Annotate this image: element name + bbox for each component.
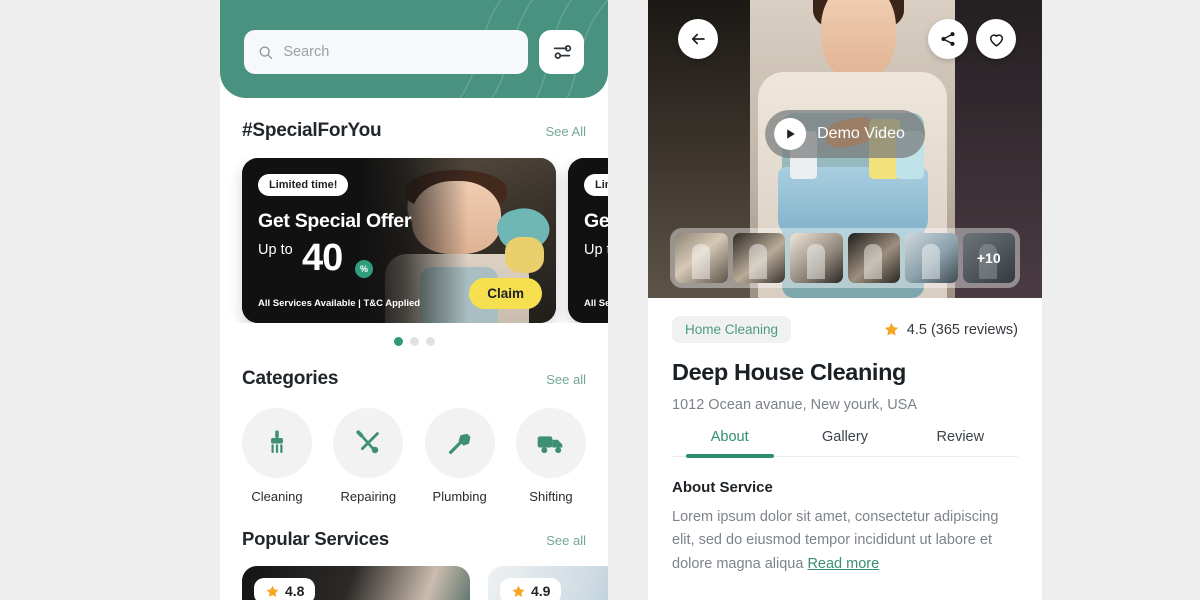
- carousel-dot[interactable]: [393, 337, 403, 346]
- back-button[interactable]: [678, 19, 718, 59]
- offer-discount-number: 40: [302, 237, 343, 279]
- rating-text: 4.5 (365 reviews): [906, 321, 1018, 338]
- tab-gallery[interactable]: Gallery: [787, 429, 902, 456]
- arrow-left-icon: [691, 33, 705, 45]
- broom-icon: [271, 430, 283, 453]
- share-button[interactable]: [928, 19, 968, 59]
- offer-upto-label: Up to: [258, 242, 293, 258]
- favorite-button[interactable]: [976, 19, 1016, 59]
- categories-section-header: Categories See all: [220, 368, 608, 390]
- search-icon: [259, 45, 273, 59]
- share-icon: [941, 32, 955, 46]
- left-phone-screen: #SpecialForYou See All Limited time! Get…: [220, 0, 608, 600]
- gallery-thumbnail[interactable]: [847, 233, 900, 283]
- demo-video-button[interactable]: Demo Video: [765, 110, 925, 158]
- detail-tabs: About Gallery Review: [672, 429, 1018, 458]
- category-icon-circle: [333, 408, 404, 478]
- special-see-all-link[interactable]: See All: [546, 124, 586, 139]
- special-section-title: #SpecialForYou: [242, 120, 382, 141]
- offer-card[interactable]: Limited time! Get Special Offer Up to 40…: [242, 158, 556, 323]
- categories-see-all-link[interactable]: See all: [546, 372, 586, 387]
- rating-badge: 4.9: [500, 578, 562, 600]
- category-item-shifting[interactable]: Shifting: [515, 408, 586, 504]
- heart-icon: [989, 33, 1003, 47]
- truck-icon: [537, 436, 563, 454]
- tab-review[interactable]: Review: [903, 429, 1018, 456]
- category-label: Repairing: [340, 489, 397, 504]
- popular-service-card[interactable]: 4.9: [488, 566, 608, 600]
- screenshot-stage: #SpecialForYou See All Limited time! Get…: [0, 0, 1200, 600]
- category-label: Cleaning: [251, 489, 303, 504]
- service-address: 1012 Ocean avanue, New yourk, USA: [672, 397, 918, 413]
- category-icon-circle: [424, 408, 495, 478]
- special-section-header: #SpecialForYou See All: [220, 120, 608, 142]
- service-title: Deep House Cleaning: [672, 359, 906, 385]
- play-icon: [787, 129, 795, 139]
- about-service-text: Lorem ipsum dolor sit amet, consectetur …: [672, 506, 1018, 576]
- star-icon: [884, 322, 899, 336]
- categories-row: Cleaning Repairing Plumbing Shifting: [220, 408, 608, 504]
- category-label: Shifting: [529, 489, 573, 504]
- gallery-thumbnail[interactable]: [905, 233, 958, 283]
- search-input[interactable]: [283, 44, 514, 60]
- demo-video-label: Demo Video: [817, 125, 905, 142]
- popular-service-card[interactable]: 4.8: [242, 566, 470, 600]
- carousel-dot[interactable]: [409, 337, 419, 346]
- category-item-cleaning[interactable]: Cleaning: [242, 408, 312, 504]
- filter-button[interactable]: [539, 30, 584, 74]
- rating-badge: 4.8: [254, 578, 316, 600]
- limited-time-badge: Limited time!: [258, 174, 349, 196]
- gallery-thumbnail[interactable]: [732, 233, 785, 283]
- popular-section-title: Popular Services: [242, 528, 389, 549]
- category-item-repairing[interactable]: Repairing: [333, 408, 404, 504]
- popular-services-row: 4.8 4.9: [220, 566, 608, 600]
- popular-section-header: Popular Services See all: [220, 528, 608, 550]
- category-label: Plumbing: [432, 489, 487, 504]
- gallery-thumbnail-more[interactable]: +10: [962, 233, 1015, 283]
- search-row: [244, 30, 584, 74]
- offer-terms-text: All Services Available | T&C Applied: [584, 298, 608, 309]
- gallery-thumbnail[interactable]: [790, 233, 843, 283]
- search-input-wrapper[interactable]: [244, 30, 528, 74]
- offer-card[interactable]: Limited time! Get Special Offer Up to 40…: [568, 158, 608, 323]
- rating-value: 4.9: [531, 583, 551, 599]
- thumbnail-strip: +10: [670, 228, 1020, 288]
- category-icon-circle: [242, 408, 312, 478]
- wrench-screwdriver-icon: [356, 430, 380, 454]
- claim-button[interactable]: Claim: [469, 278, 542, 309]
- carousel-pagination-dots: [220, 337, 608, 346]
- about-service-heading: About Service: [672, 479, 773, 496]
- offer-carousel[interactable]: Limited time! Get Special Offer Up to 40…: [220, 158, 608, 323]
- popular-see-all-link[interactable]: See all: [546, 533, 586, 548]
- filter-sliders-icon: [553, 45, 571, 59]
- right-phone-screen: Demo Video +10 Home Cleaning 4.5 (365 re…: [648, 0, 1042, 600]
- service-hero-image: Demo Video +10: [648, 0, 1042, 298]
- offer-title: Get Special Offer: [584, 210, 608, 232]
- detail-top-row: Home Cleaning 4.5 (365 reviews): [672, 316, 1018, 343]
- categories-section-title: Categories: [242, 368, 339, 389]
- offer-terms-text: All Services Available | T&C Applied: [258, 298, 421, 309]
- category-icon-circle: [515, 408, 586, 478]
- offer-title: Get Special Offer: [258, 210, 412, 232]
- search-header: [220, 0, 608, 98]
- category-item-plumbing[interactable]: Plumbing: [424, 408, 495, 504]
- offer-percent-badge: %: [355, 260, 373, 278]
- star-icon: [512, 585, 525, 597]
- play-circle: [774, 118, 807, 150]
- category-tag-chip[interactable]: Home Cleaning: [672, 316, 792, 343]
- pipe-wrench-icon: [448, 433, 471, 454]
- tab-about[interactable]: About: [672, 429, 787, 458]
- gallery-thumbnail[interactable]: [675, 233, 728, 283]
- more-count-label: +10: [962, 233, 1015, 283]
- star-icon: [266, 585, 279, 597]
- service-detail-section: Home Cleaning 4.5 (365 reviews) Deep Hou…: [648, 298, 1042, 576]
- rating-value: 4.8: [285, 583, 305, 599]
- read-more-link[interactable]: Read more: [807, 556, 879, 572]
- offer-upto-label: Up to: [584, 242, 608, 258]
- carousel-dot[interactable]: [425, 337, 435, 346]
- limited-time-badge: Limited time!: [584, 174, 608, 196]
- service-rating: 4.5 (365 reviews): [883, 321, 1018, 338]
